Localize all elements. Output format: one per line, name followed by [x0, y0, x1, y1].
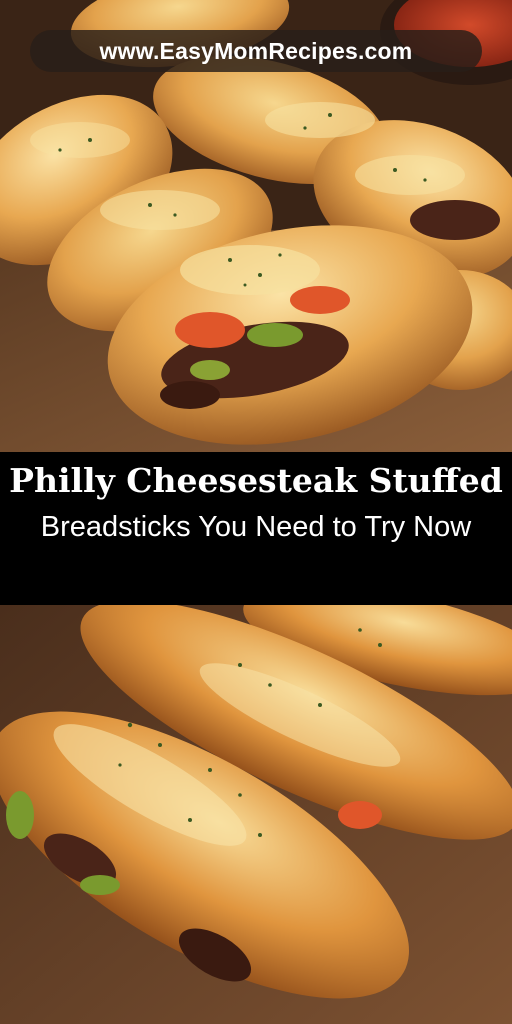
recipe-title: Philly Cheesesteak Stuffed: [9, 461, 503, 500]
title-band: Philly Cheesesteak Stuffed Breadsticks Y…: [0, 452, 512, 605]
pin-card: www.EasyMomRecipes.com Philly Cheesestea…: [0, 0, 512, 1024]
bottom-food-photo: [0, 605, 512, 1024]
recipe-subtitle: Breadsticks You Need to Try Now: [40, 511, 472, 543]
website-url-banner[interactable]: www.EasyMomRecipes.com: [30, 30, 482, 72]
bottom-photo-illustration: [0, 605, 512, 1024]
